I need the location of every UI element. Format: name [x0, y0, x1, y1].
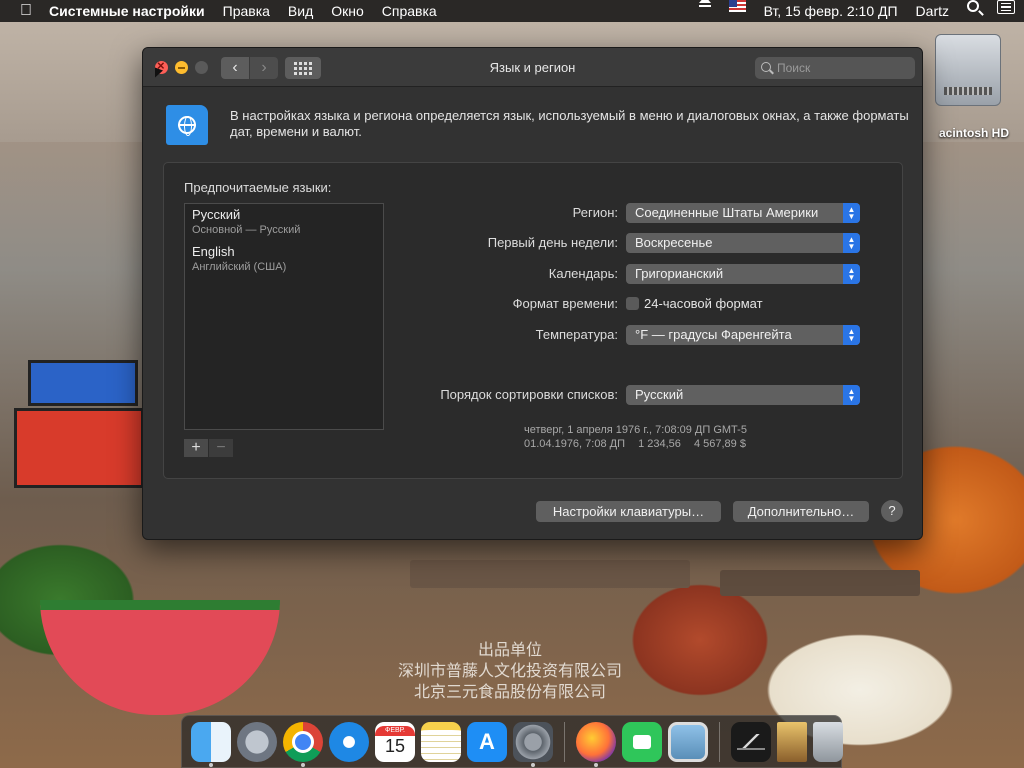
book-icon[interactable]	[777, 721, 807, 762]
remove-language-button[interactable]: −	[209, 439, 233, 457]
dock-separator	[564, 721, 565, 762]
region-popup[interactable]: Соединенные Штаты Америки ▲ ▼	[626, 203, 860, 223]
app-menu[interactable]: Системные настройки	[40, 0, 214, 22]
language-subtitle: Основной — Русский	[192, 224, 301, 236]
search-input[interactable]: Поиск	[755, 57, 915, 79]
first-day-popup[interactable]: Воскресенье ▲ ▼	[626, 233, 860, 253]
search-icon	[761, 62, 771, 72]
first-day-label: Первый день недели:	[487, 235, 618, 250]
popup-arrows-icon: ▲ ▼	[843, 385, 860, 405]
trash-icon[interactable]	[813, 721, 843, 762]
sample-number: 1 234,56	[638, 438, 681, 450]
calendar-icon[interactable]: ФЕВР. 15	[375, 721, 415, 762]
facetime-icon[interactable]	[622, 721, 662, 762]
menu-help[interactable]: Справка	[373, 0, 446, 22]
clock[interactable]: Вт, 15 февр. 2:10 ДП	[755, 0, 907, 22]
disk-label: acintosh HD	[938, 126, 1009, 140]
help-button[interactable]: ?	[881, 500, 903, 522]
24-hour-checkbox-label[interactable]: 24-часовой формат	[644, 296, 763, 311]
wallpaper-character	[14, 408, 144, 488]
sort-order-row: Порядок сортировки списков: Русский ▲ ▼	[384, 385, 884, 405]
popup-arrows-icon: ▲ ▼	[843, 233, 860, 253]
apple-menu-icon[interactable]: 	[0, 0, 40, 22]
spotlight-search-icon[interactable]	[958, 0, 988, 22]
languages-list[interactable]: Русский Основной — Русский English Англи…	[184, 203, 384, 430]
settings-panel: Предпочитаемые языки: Русский Основной —…	[163, 162, 903, 479]
wallpaper-watermelon	[40, 600, 280, 715]
wallpaper-text: 出品单位 深圳市普藤人文化投资有限公司 北京三元食品股份有限公司	[397, 642, 622, 701]
safari-icon[interactable]	[329, 721, 369, 762]
temperature-label: Температура:	[535, 327, 618, 342]
language-item[interactable]: English Английский (США)	[185, 241, 383, 278]
input-source-flag-icon[interactable]	[720, 0, 755, 22]
popup-arrows-icon: ▲ ▼	[843, 264, 860, 284]
sample-long-date: четверг, 1 апреля 1976 г., 7:08:09 ДП GM…	[524, 424, 747, 436]
language-subtitle: Английский (США)	[192, 261, 287, 273]
language-item[interactable]: Русский Основной — Русский	[185, 204, 383, 241]
preview-icon[interactable]	[668, 721, 708, 762]
first-day-row: Первый день недели: Воскресенье ▲ ▼	[384, 233, 884, 253]
dock: ФЕВР. 15 A	[181, 715, 843, 768]
title-bar[interactable]: ‹ › Язык и регион Поиск	[143, 48, 922, 87]
calendar-row: Календарь: Григорианский ▲ ▼	[384, 264, 884, 284]
calendar-day: 15	[384, 736, 406, 756]
temperature-row: Температура: °F — градусы Фаренгейта ▲ ▼	[384, 325, 884, 345]
region-label: Регион:	[572, 205, 618, 220]
search-placeholder: Поиск	[777, 61, 811, 75]
language-name: English	[192, 244, 235, 259]
popup-arrows-icon: ▲ ▼	[843, 325, 860, 345]
description-text: В настройках языка и региона определяетс…	[230, 108, 909, 139]
app-store-icon[interactable]: A	[467, 721, 507, 762]
menu-bar:  Системные настройки Правка Вид Окно Сп…	[0, 0, 1024, 22]
add-remove-buttons: + −	[184, 439, 233, 457]
firefox-icon[interactable]	[576, 721, 616, 767]
sort-order-label: Порядок сортировки списков:	[440, 387, 618, 402]
system-preferences-icon[interactable]	[513, 721, 553, 767]
sort-order-popup[interactable]: Русский ▲ ▼	[626, 385, 860, 405]
menu-window[interactable]: Окно	[322, 0, 373, 22]
time-format-label: Формат времени:	[512, 296, 618, 311]
24-hour-checkbox[interactable]	[626, 297, 639, 310]
calendar-month: ФЕВР.	[375, 726, 415, 736]
menu-edit[interactable]: Правка	[214, 0, 279, 22]
preferred-languages-title: Предпочитаемые языки:	[184, 180, 332, 195]
chrome-icon[interactable]	[283, 721, 323, 767]
sample-short-date: 01.04.1976, 7:08 ДП	[524, 438, 625, 450]
globe-flag-icon	[166, 105, 208, 145]
hard-drive-icon	[935, 34, 1001, 106]
wallpaper-desk	[410, 560, 690, 588]
calendar-label: Календарь:	[548, 266, 618, 281]
region-row: Регион: Соединенные Штаты Америки ▲ ▼	[384, 203, 884, 223]
control-center-icon[interactable]	[988, 0, 1024, 22]
sample-currency: 4 567,89 $	[693, 438, 746, 450]
finder-icon[interactable]	[191, 721, 231, 767]
keyboard-settings-button[interactable]: Настройки клавиатуры…	[536, 501, 721, 522]
time-format-row: Формат времени: 24-часовой формат	[384, 294, 884, 314]
eject-icon[interactable]	[690, 0, 720, 22]
calendar-popup[interactable]: Григорианский ▲ ▼	[626, 264, 860, 284]
add-language-button[interactable]: +	[184, 439, 208, 457]
temperature-popup[interactable]: °F — градусы Фаренгейта ▲ ▼	[626, 325, 860, 345]
desktop-disk[interactable]: acintosh HD	[918, 34, 1018, 140]
notes-icon[interactable]	[421, 721, 461, 762]
stocks-icon[interactable]	[731, 721, 771, 762]
dock-separator	[719, 721, 720, 762]
language-region-window: ‹ › Язык и регион Поиск В настройках язы…	[142, 47, 923, 540]
format-sample: четверг, 1 апреля 1976 г., 7:08:09 ДП GM…	[524, 423, 756, 451]
menu-view[interactable]: Вид	[279, 0, 322, 22]
wallpaper-character	[28, 360, 138, 406]
launchpad-icon[interactable]	[237, 721, 277, 762]
popup-arrows-icon: ▲ ▼	[843, 203, 860, 223]
user-menu[interactable]: Dartz	[907, 0, 958, 22]
advanced-button[interactable]: Дополнительно…	[733, 501, 869, 522]
language-name: Русский	[192, 207, 241, 222]
wallpaper-desk	[720, 570, 920, 596]
